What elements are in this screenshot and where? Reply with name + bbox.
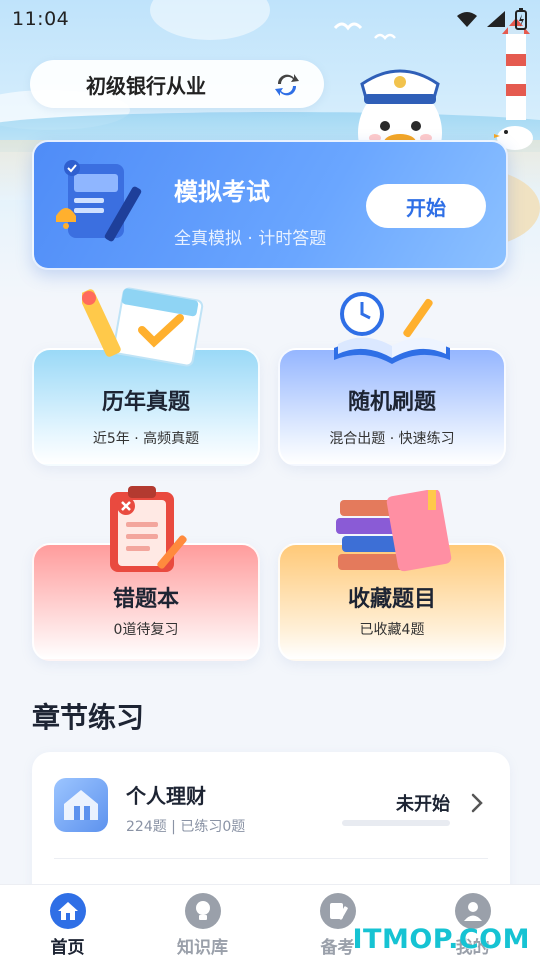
feature-title: 收藏题目: [347, 587, 436, 612]
watermark-text: ITMOP.COM: [352, 924, 530, 955]
lightbulb-icon: [184, 893, 221, 929]
clock-book-icon: [334, 292, 450, 364]
feature-subtitle: 近5年 · 高频真题: [92, 431, 200, 447]
bank-selector[interactable]: 初级银行从业: [30, 60, 324, 108]
mock-exam-title: 模拟考试: [174, 178, 270, 206]
bank-selector-label: 初级银行从业: [86, 73, 206, 98]
notebook-pen-icon: [319, 893, 356, 929]
chapter-name: 个人理财: [126, 784, 206, 808]
clipboard-error-icon: [110, 486, 187, 572]
feature-subtitle: 0道待复习: [113, 622, 179, 638]
chapter-progress-bar: [342, 820, 450, 826]
section-title: 章节练习: [32, 701, 145, 734]
mock-exam-subtitle: 全真模拟 · 计时答题: [174, 229, 327, 249]
feature-title: 错题本: [112, 587, 179, 612]
home-icon: [49, 893, 86, 929]
nav-home[interactable]: 首页: [0, 885, 135, 960]
feature-title: 随机刷题: [347, 390, 436, 415]
feature-subtitle: 混合出题 · 快速练习: [329, 431, 455, 447]
nav-label: 备考: [320, 938, 355, 958]
pencil-calendar-icon: [82, 287, 204, 367]
feature-subtitle: 已收藏4题: [359, 622, 425, 638]
chevron-right-icon: [471, 793, 483, 813]
nav-knowledge[interactable]: 知识库: [135, 885, 270, 960]
divider: [54, 858, 488, 859]
exam-paper-icon: [56, 160, 142, 242]
feature-title: 历年真题: [101, 390, 190, 415]
nav-label: 知识库: [177, 938, 228, 958]
status-time: 11:04: [12, 8, 70, 30]
chapter-house-icon: [54, 778, 108, 832]
mock-exam-card[interactable]: 模拟考试 全真模拟 · 计时答题 开始: [32, 140, 508, 270]
chapter-status: 未开始: [396, 794, 450, 815]
start-exam-button[interactable]: 开始: [366, 184, 486, 228]
books-bookmark-icon: [336, 490, 452, 572]
nav-label: 首页: [50, 938, 85, 958]
switch-icon[interactable]: [272, 70, 302, 100]
chapter-item[interactable]: 个人理财 224题 | 已练习0题 未开始: [32, 752, 510, 858]
chapter-meta: 224题 | 已练习0题: [126, 819, 246, 835]
chapter-list: 个人理财 224题 | 已练习0题 未开始: [32, 752, 510, 902]
